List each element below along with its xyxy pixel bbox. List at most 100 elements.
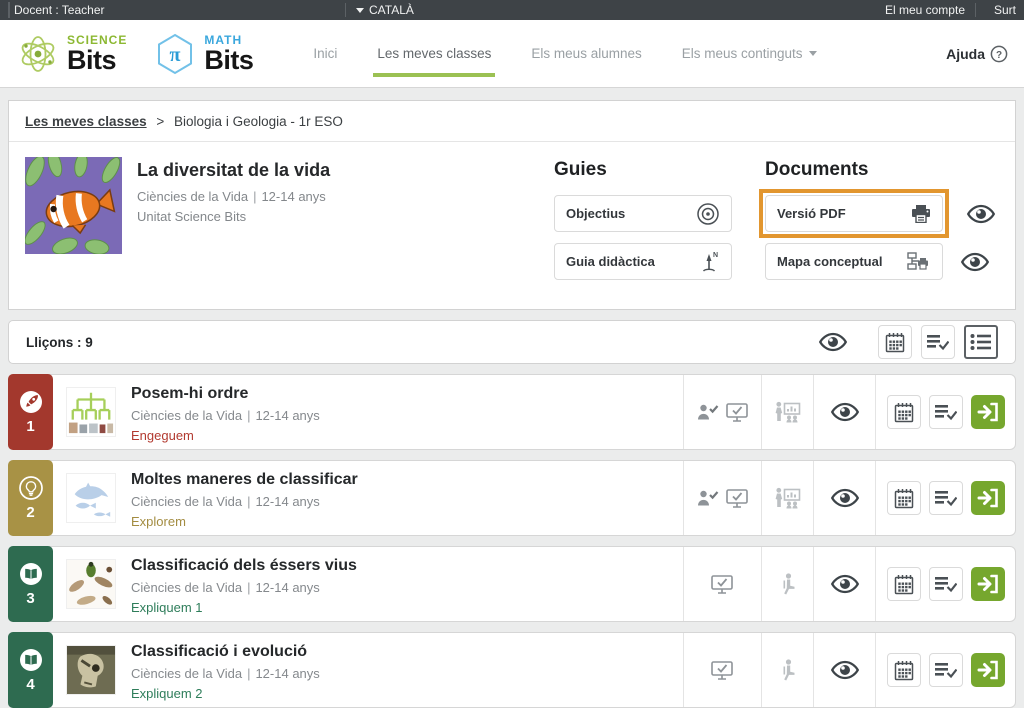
top-bar: Docent : Teacher CATALÀ El meu compte Su… bbox=[0, 0, 1024, 20]
help-label: Ajuda bbox=[946, 46, 985, 62]
lesson-list: 1 Pos bbox=[8, 374, 1016, 708]
lightbulb-icon bbox=[18, 475, 44, 501]
lesson-visibility-eye-button[interactable] bbox=[813, 633, 875, 707]
atom-icon bbox=[16, 32, 60, 76]
nav-inici[interactable]: Inici bbox=[313, 40, 337, 67]
mapa-conceptual-button[interactable]: Mapa conceptual bbox=[765, 243, 943, 280]
lesson-stage-label: Explorem bbox=[131, 514, 683, 529]
lesson-actions-column bbox=[875, 375, 1015, 449]
lesson-visibility-eye-button[interactable] bbox=[813, 547, 875, 621]
language-label: CATALÀ bbox=[369, 0, 414, 20]
lesson-checklist-button[interactable] bbox=[929, 395, 963, 429]
lesson-checklist-button[interactable] bbox=[929, 481, 963, 515]
lesson-enter-button[interactable] bbox=[971, 395, 1005, 429]
lessons-list-view-button[interactable] bbox=[964, 325, 998, 359]
nav-els-meus-continguts[interactable]: Els meus continguts bbox=[682, 40, 817, 67]
lesson-info: Classificació i evolució Ciències de la … bbox=[116, 633, 683, 707]
screen-check-icon bbox=[726, 489, 749, 508]
lesson-info: Moltes maneres de classificar Ciències d… bbox=[116, 461, 683, 535]
chevron-down-icon bbox=[809, 51, 817, 56]
lesson-info: Posem-hi ordre Ciències de la Vida|12-14… bbox=[116, 375, 683, 449]
lessons-checklist-button[interactable] bbox=[921, 325, 955, 359]
person-check-icon bbox=[697, 490, 719, 506]
nav-les-meves-classes[interactable]: Les meves classes bbox=[377, 40, 491, 67]
lesson-title: Classificació dels éssers vius bbox=[131, 557, 683, 575]
lesson-visibility-eye-button[interactable] bbox=[813, 375, 875, 449]
logout-link[interactable]: Surt bbox=[994, 0, 1016, 20]
lesson-activity-column bbox=[761, 461, 813, 535]
lessons-calendar-button[interactable] bbox=[878, 325, 912, 359]
nav-els-meus-alumnes[interactable]: Els meus alumnes bbox=[531, 40, 641, 67]
lesson-checklist-button[interactable] bbox=[929, 567, 963, 601]
unit-type: Unitat Science Bits bbox=[137, 209, 539, 224]
lesson-visibility-eye-button[interactable] bbox=[813, 461, 875, 535]
lesson-thumbnail bbox=[66, 559, 116, 609]
insects-thumbnail-icon bbox=[67, 560, 115, 608]
pdf-visibility-eye-button[interactable] bbox=[967, 202, 995, 226]
lesson-subject-age: Ciències de la Vida|12-14 anys bbox=[131, 408, 683, 423]
lesson-number-badge: 4 bbox=[8, 632, 53, 708]
breadcrumb-classes-link[interactable]: Les meves classes bbox=[25, 114, 147, 129]
account-divider bbox=[975, 3, 976, 17]
lesson-actions-column bbox=[875, 461, 1015, 535]
lesson-title: Moltes maneres de classificar bbox=[131, 471, 683, 489]
lesson-status-column bbox=[683, 633, 761, 707]
lesson-subject-age: Ciències de la Vida|12-14 anys bbox=[131, 666, 683, 681]
unit-header-row: La diversitat de la vida Ciències de la … bbox=[9, 142, 1015, 309]
pdf-highlight-box: Versió PDF bbox=[759, 189, 949, 238]
lesson-checklist-button[interactable] bbox=[929, 653, 963, 687]
caret-down-icon bbox=[356, 8, 364, 13]
lesson-number: 3 bbox=[26, 590, 34, 607]
lesson-actions-column bbox=[875, 547, 1015, 621]
rocket-icon bbox=[18, 389, 44, 415]
my-account-link[interactable]: El meu compte bbox=[885, 0, 965, 20]
screen-check-icon bbox=[711, 575, 734, 594]
lesson-calendar-button[interactable] bbox=[887, 481, 921, 515]
question-circle-icon: ? bbox=[990, 45, 1008, 63]
lesson-activity-column bbox=[761, 547, 813, 621]
lessons-count-label: Lliçons : 9 bbox=[26, 335, 93, 350]
lesson-calendar-button[interactable] bbox=[887, 567, 921, 601]
unit-title: La diversitat de la vida bbox=[137, 160, 539, 181]
lesson-number-badge: 1 bbox=[8, 374, 53, 450]
bullseye-icon bbox=[696, 202, 720, 226]
objectius-button[interactable]: Objectius bbox=[554, 195, 732, 232]
science-bits-logo[interactable]: SCIENCE Bits bbox=[16, 32, 127, 76]
student-desk-icon bbox=[780, 659, 796, 681]
student-desk-icon bbox=[780, 573, 796, 595]
mapa-conceptual-row: Mapa conceptual bbox=[765, 243, 999, 280]
math-bits-logo[interactable]: π MATH Bits bbox=[153, 32, 253, 76]
lesson-status-column bbox=[683, 547, 761, 621]
lesson-enter-button[interactable] bbox=[971, 567, 1005, 601]
lesson-thumbnail bbox=[66, 387, 116, 437]
open-book-icon bbox=[18, 647, 44, 673]
presentation-icon bbox=[774, 401, 801, 423]
guia-didactica-button[interactable]: Guia didàctica N bbox=[554, 243, 732, 280]
versio-pdf-button[interactable]: Versió PDF bbox=[765, 195, 943, 232]
lessons-visibility-eye-button[interactable] bbox=[819, 330, 847, 354]
guides-title: Guies bbox=[554, 159, 750, 181]
screen-check-icon bbox=[726, 403, 749, 422]
main-nav: Inici Les meves classes Els meus alumnes… bbox=[313, 40, 816, 67]
top-bar-edge-divider bbox=[8, 2, 10, 18]
lesson-title: Classificació i evolució bbox=[131, 643, 683, 661]
svg-text:N: N bbox=[713, 252, 718, 259]
help-link[interactable]: Ajuda ? bbox=[946, 45, 1008, 63]
math-logo-word: MATH bbox=[204, 34, 253, 46]
language-selector[interactable]: CATALÀ bbox=[356, 0, 414, 20]
lesson-enter-button[interactable] bbox=[971, 653, 1005, 687]
lesson-number-badge: 3 bbox=[8, 546, 53, 622]
printer-icon bbox=[911, 205, 931, 223]
pi-hexagon-icon: π bbox=[153, 32, 197, 76]
open-book-icon bbox=[18, 561, 44, 587]
documents-panel: Documents Versió PDF bbox=[765, 157, 999, 291]
compass-icon: N bbox=[700, 250, 720, 274]
lesson-enter-button[interactable] bbox=[971, 481, 1005, 515]
lesson-stage-label: Expliquem 2 bbox=[131, 686, 683, 701]
guides-panel: Guies Objectius Guia didàctica bbox=[554, 157, 750, 291]
map-visibility-eye-button[interactable] bbox=[961, 250, 989, 274]
lesson-calendar-button[interactable] bbox=[887, 653, 921, 687]
lesson-calendar-button[interactable] bbox=[887, 395, 921, 429]
cladogram-thumbnail-icon bbox=[67, 388, 115, 436]
unit-image-clownfish bbox=[25, 157, 122, 254]
